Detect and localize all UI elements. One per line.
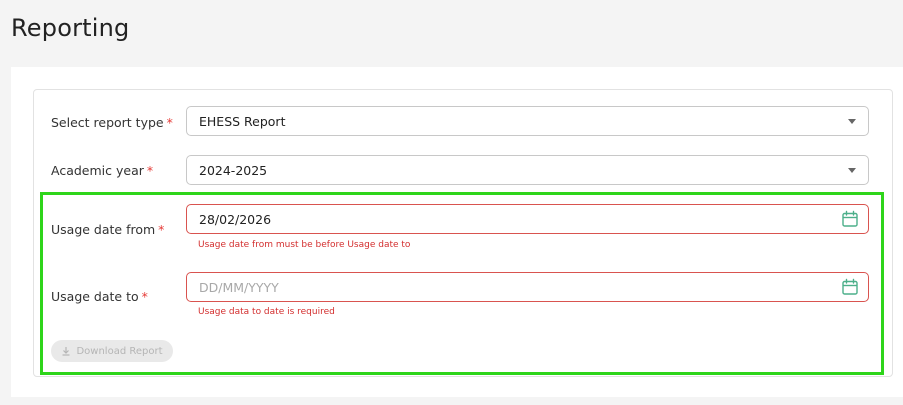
academic-year-value: 2024-2025 xyxy=(199,163,268,178)
required-mark: * xyxy=(146,163,154,178)
report-type-select[interactable]: EHESS Report xyxy=(186,106,869,136)
calendar-icon[interactable] xyxy=(841,278,859,296)
chevron-down-icon[interactable] xyxy=(848,168,856,173)
required-mark: * xyxy=(141,289,148,304)
usage-date-to-error: Usage data to date is required xyxy=(198,307,335,317)
download-icon xyxy=(62,347,70,356)
usage-date-from-error: Usage date from must be before Usage dat… xyxy=(198,240,411,250)
report-type-label-text: Select report type xyxy=(51,115,164,130)
usage-date-from-label-text: Usage date from xyxy=(51,222,156,237)
usage-date-from-label: Usage date from * xyxy=(51,222,164,237)
calendar-icon[interactable] xyxy=(841,210,859,228)
report-type-label: Select report type * xyxy=(51,115,173,130)
academic-year-label-text: Academic year xyxy=(51,163,144,178)
usage-date-from-value: 28/02/2026 xyxy=(199,212,272,227)
academic-year-select[interactable]: 2024-2025 xyxy=(186,155,869,185)
usage-date-to-label-text: Usage date to xyxy=(51,289,139,304)
report-type-value: EHESS Report xyxy=(199,114,286,129)
usage-date-to-label: Usage date to * xyxy=(51,289,148,304)
download-report-label: Download Report xyxy=(76,345,163,357)
usage-date-from-input[interactable]: 28/02/2026 xyxy=(186,204,869,234)
required-mark: * xyxy=(158,222,165,237)
academic-year-label: Academic year * xyxy=(51,163,153,178)
usage-date-to-input[interactable]: DD/MM/YYYY xyxy=(186,272,869,302)
chevron-down-icon[interactable] xyxy=(848,119,856,124)
usage-date-to-placeholder: DD/MM/YYYY xyxy=(199,280,279,295)
download-report-button[interactable]: Download Report xyxy=(51,340,173,362)
required-mark: * xyxy=(166,115,173,130)
page-title: Reporting xyxy=(11,14,130,42)
